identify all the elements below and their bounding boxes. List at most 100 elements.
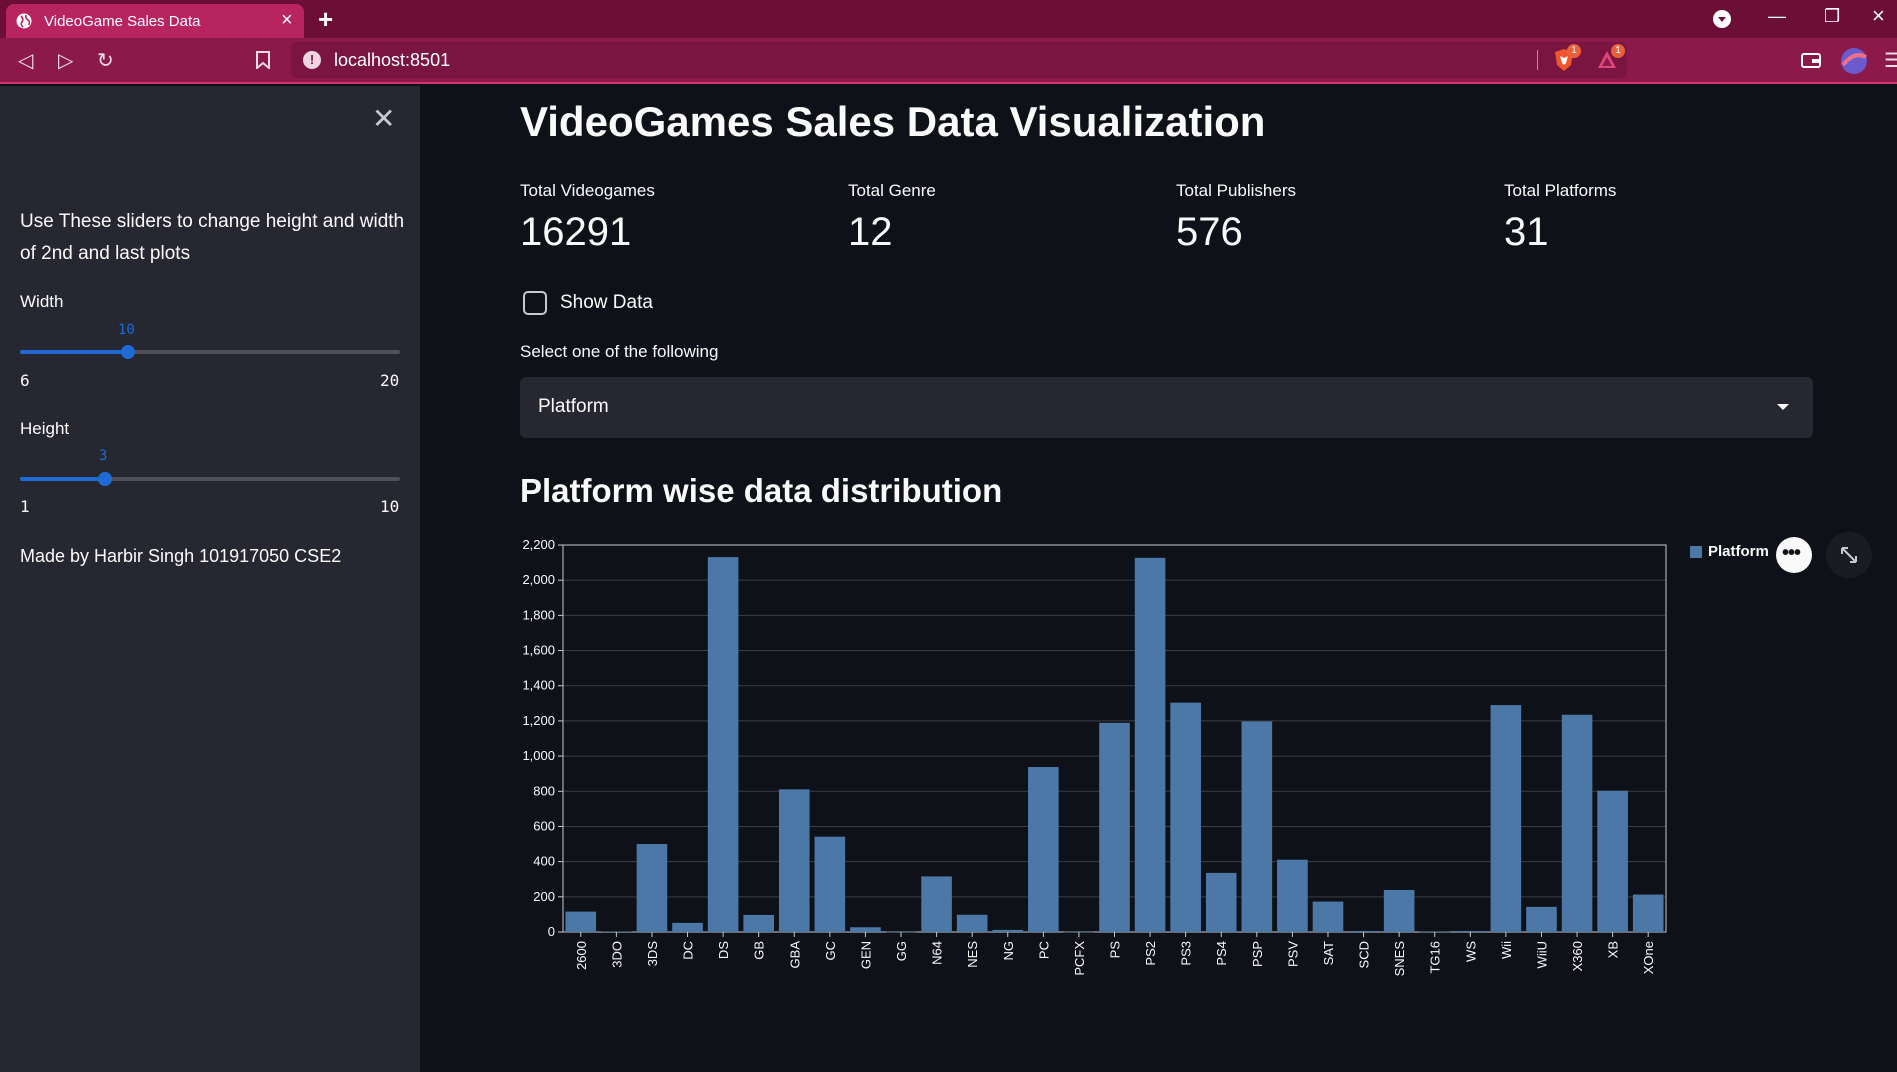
bar-psv xyxy=(1277,859,1308,932)
site-info-icon[interactable]: ! xyxy=(303,51,321,69)
metric-label-genre: Total Genre xyxy=(848,181,936,200)
close-tab-icon[interactable]: × xyxy=(281,9,293,32)
width-slider-min: 6 xyxy=(20,371,30,390)
chart-more-button[interactable]: ••• xyxy=(1776,537,1812,573)
bookmark-icon[interactable] xyxy=(256,51,270,69)
minimize-icon[interactable]: — xyxy=(1768,6,1786,27)
download-menu-icon[interactable] xyxy=(1713,10,1731,28)
browser-nav-bar: ◁ ▷ ↻ ! localhost:8501 1 1 ☰ xyxy=(0,38,1897,84)
width-slider[interactable] xyxy=(20,345,400,359)
profile-avatar[interactable] xyxy=(1840,47,1868,75)
bar-ws xyxy=(1455,930,1486,932)
x-tick-label: GC xyxy=(823,941,838,961)
x-tick-label: SAT xyxy=(1321,941,1336,965)
width-slider-thumb[interactable] xyxy=(121,345,135,359)
forward-icon[interactable]: ▷ xyxy=(58,48,73,73)
x-tick-label: PSV xyxy=(1285,941,1300,967)
wallet-icon[interactable] xyxy=(1801,52,1821,69)
close-sidebar-icon[interactable]: ✕ xyxy=(372,102,395,135)
url-separator xyxy=(1537,50,1538,70)
x-tick-label: XB xyxy=(1606,941,1621,958)
show-data-label[interactable]: Show Data xyxy=(560,292,653,314)
fullscreen-button[interactable] xyxy=(1826,532,1872,578)
browser-tab-bar: VideoGame Sales Data × + — ❐ × xyxy=(0,0,1897,38)
x-tick-label: WS xyxy=(1463,941,1478,962)
chart-heading: Platform wise data distribution xyxy=(520,472,1003,509)
width-slider-label: Width xyxy=(20,292,64,311)
bar-pc xyxy=(1028,766,1059,932)
x-tick-label: PCFX xyxy=(1072,941,1087,976)
bar-gb xyxy=(743,914,774,932)
y-tick-label: 1,800 xyxy=(522,607,555,622)
x-tick-label: TG16 xyxy=(1428,941,1443,974)
x-tick-label: PS2 xyxy=(1143,941,1158,966)
bar-gba xyxy=(778,789,810,932)
select-value: Platform xyxy=(538,396,609,417)
bar-snes xyxy=(1383,889,1415,932)
bar-3ds xyxy=(636,844,668,932)
bar-2600 xyxy=(565,911,597,932)
x-tick-label: PS xyxy=(1108,941,1123,959)
select-label: Select one of the following xyxy=(520,342,719,361)
platform-bar-chart: 0 200 400 600 800 1,000 1,200 1,400 1,600 1,800 2,… xyxy=(522,537,1667,976)
y-tick-label: 2,000 xyxy=(522,572,555,587)
category-select[interactable]: Platform xyxy=(520,377,1813,438)
y-tick-label: 0 xyxy=(548,924,555,939)
sidebar-intro: Use These sliders to change height and w… xyxy=(20,211,405,264)
back-icon[interactable]: ◁ xyxy=(18,48,33,73)
menu-icon[interactable]: ☰ xyxy=(1884,48,1897,73)
credit-text: Made by Harbir Singh 101917050 CSE2 xyxy=(20,546,342,566)
bar-gc xyxy=(814,836,846,932)
x-tick-label: Wii xyxy=(1499,941,1514,959)
y-tick-label: 200 xyxy=(533,889,555,904)
height-slider-value: 3 xyxy=(99,448,108,464)
reload-icon[interactable]: ↻ xyxy=(97,48,114,73)
x-tick-label: NES xyxy=(965,941,980,968)
y-tick-label: 600 xyxy=(533,818,555,833)
x-tick-label: SCD xyxy=(1357,941,1372,968)
bar-n64 xyxy=(921,876,952,932)
sidebar: ✕ Use These sliders to change height and… xyxy=(0,86,420,1072)
bar-ps xyxy=(1099,722,1130,932)
shield-badge: 1 xyxy=(1567,44,1581,58)
y-tick-label: 2,200 xyxy=(522,537,555,552)
x-tick-label: GB xyxy=(752,941,767,960)
x-tick-label: NG xyxy=(1001,941,1016,961)
bar-xone xyxy=(1632,894,1664,932)
y-tick-label: 400 xyxy=(533,854,555,869)
height-slider[interactable] xyxy=(20,472,400,486)
height-slider-thumb[interactable] xyxy=(98,472,112,486)
bar-ds xyxy=(707,557,739,932)
y-tick-label: 1,000 xyxy=(522,748,555,763)
x-tick-label: PC xyxy=(1036,941,1051,959)
metric-value-videogames: 16291 xyxy=(520,210,632,254)
bar-ng xyxy=(992,929,1024,932)
show-data-checkbox[interactable] xyxy=(523,291,547,315)
height-slider-min: 1 xyxy=(20,497,30,516)
x-tick-label: DC xyxy=(681,941,696,960)
x-tick-label: GEN xyxy=(858,941,873,969)
x-tick-label: DS xyxy=(716,941,731,959)
browser-tab[interactable]: VideoGame Sales Data × xyxy=(6,4,304,38)
width-slider-max: 20 xyxy=(380,371,400,390)
bar-3do xyxy=(601,931,632,932)
metric-value-publishers: 576 xyxy=(1176,210,1243,254)
alert-badge: 1 xyxy=(1611,44,1625,58)
y-tick-label: 1,200 xyxy=(522,713,555,728)
bar-xb xyxy=(1597,790,1628,932)
bar-dc xyxy=(672,922,703,932)
x-tick-label: PSP xyxy=(1250,941,1265,967)
x-tick-label: X360 xyxy=(1570,941,1585,971)
x-tick-label: 3DS xyxy=(645,941,660,967)
bar-ps3 xyxy=(1170,702,1201,932)
width-slider-fill xyxy=(20,350,128,354)
metric-label-platforms: Total Platforms xyxy=(1504,181,1617,200)
close-window-icon[interactable]: × xyxy=(1872,3,1885,29)
metric-value-platforms: 31 xyxy=(1504,210,1549,254)
address-bar[interactable]: ! localhost:8501 1 1 xyxy=(291,42,1627,78)
bar-ps2 xyxy=(1134,557,1166,932)
restore-icon[interactable]: ❐ xyxy=(1824,6,1840,27)
new-tab-icon[interactable]: + xyxy=(318,4,333,35)
y-tick-label: 800 xyxy=(533,783,555,798)
y-tick-label: 1,600 xyxy=(522,643,555,658)
